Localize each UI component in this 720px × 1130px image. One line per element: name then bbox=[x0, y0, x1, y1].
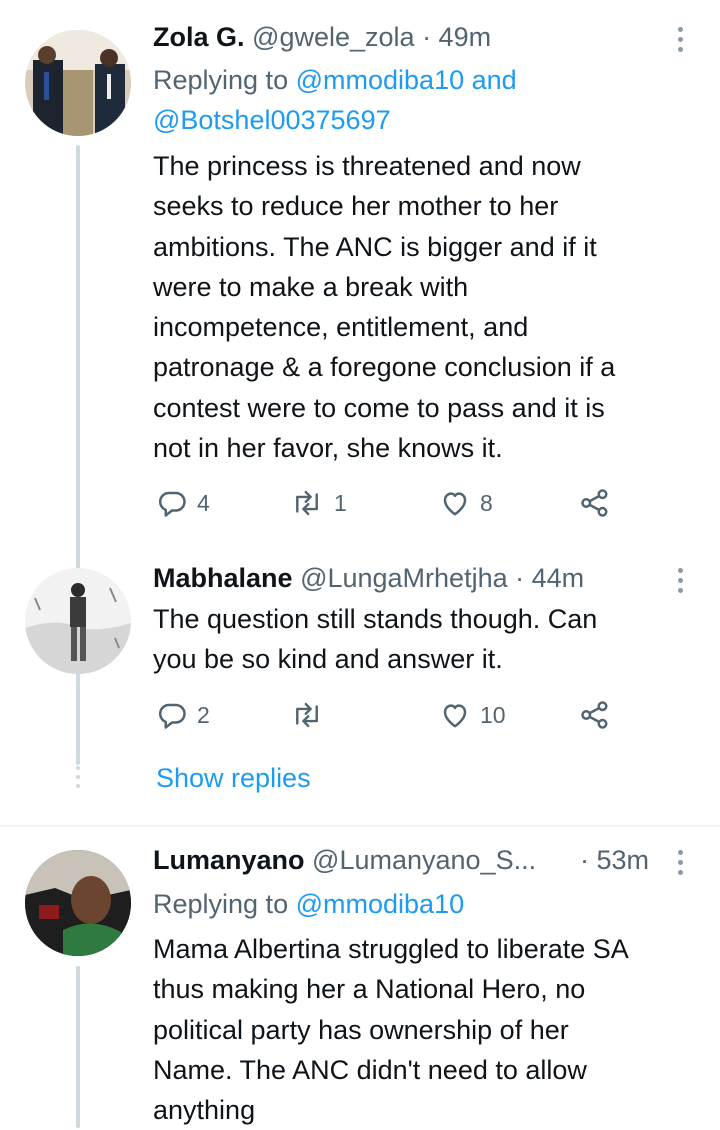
text-line: ambitions. The ANC is bigger and if it bbox=[153, 231, 597, 262]
reply-button[interactable]: 4 bbox=[157, 488, 210, 518]
avatar[interactable] bbox=[25, 568, 131, 674]
heart-icon bbox=[443, 492, 467, 516]
tweet-text: The princess is threatened and now seeks… bbox=[153, 146, 693, 468]
text-line: you be so kind and answer it. bbox=[153, 644, 503, 675]
thread-gap-dots bbox=[76, 766, 80, 793]
mention-link[interactable]: @mmodiba10 bbox=[296, 889, 465, 919]
avatar[interactable] bbox=[25, 850, 131, 956]
display-name[interactable]: Zola G. bbox=[153, 22, 245, 52]
text-line: were to make a break with bbox=[153, 271, 469, 302]
replying-to-label: Replying to bbox=[153, 889, 289, 919]
user-handle[interactable]: @Lumanyano_S... bbox=[312, 845, 536, 875]
timestamp-wrap: · 53m bbox=[580, 845, 649, 876]
share-icon bbox=[581, 489, 608, 517]
reply-count: 2 bbox=[197, 701, 210, 728]
tweet-text: The question still stands though. Can yo… bbox=[153, 599, 693, 680]
more-vertical-icon[interactable] bbox=[678, 568, 684, 598]
text-line: Name. The ANC didn't need to allow bbox=[153, 1054, 587, 1085]
show-replies-link[interactable]: Show replies bbox=[156, 763, 311, 794]
reply-icon bbox=[158, 703, 186, 729]
timestamp[interactable]: · 44m bbox=[515, 563, 584, 593]
replying-to-label: Replying to bbox=[153, 65, 289, 95]
text-line: thus making her a National Hero, no bbox=[153, 974, 586, 1005]
tweet-header: Mabhalane @LungaMrhetjha · 44m bbox=[153, 563, 584, 594]
retweet-count: 1 bbox=[334, 489, 347, 516]
tweet-text: Mama Albertina struggled to liberate SA … bbox=[153, 929, 693, 1130]
text-line: incompetence, entitlement, and bbox=[153, 312, 529, 343]
more-vertical-icon[interactable] bbox=[678, 850, 684, 880]
like-count: 10 bbox=[480, 701, 506, 728]
like-button[interactable]: 10 bbox=[440, 700, 506, 730]
share-icon bbox=[581, 701, 608, 729]
reply-icon bbox=[158, 491, 186, 517]
text-line: The princess is threatened and now bbox=[153, 151, 581, 181]
text-line: political party has ownership of her bbox=[153, 1014, 569, 1045]
user-handle[interactable]: @gwele_zola bbox=[252, 22, 415, 52]
text-line: patronage & a foregone conclusion if a bbox=[153, 352, 616, 383]
divider bbox=[0, 825, 720, 827]
replying-to: Replying to @mmodiba10 bbox=[153, 884, 464, 924]
reply-button[interactable]: 2 bbox=[157, 700, 210, 730]
retweet-button[interactable] bbox=[290, 700, 334, 730]
text-line: The question still stands though. Can bbox=[153, 604, 598, 634]
text-line: Mama Albertina struggled to liberate SA bbox=[153, 934, 629, 964]
timestamp[interactable]: · 53m bbox=[580, 845, 649, 875]
retweet-icon bbox=[296, 490, 318, 516]
timestamp[interactable]: · 49m bbox=[422, 22, 491, 52]
user-handle[interactable]: @LungaMrhetjha bbox=[300, 563, 508, 593]
tweet-header: Zola G. @gwele_zola · 49m bbox=[153, 22, 491, 53]
more-vertical-icon[interactable] bbox=[678, 27, 684, 57]
tweet-actions: 2 10 bbox=[157, 700, 617, 734]
share-button[interactable] bbox=[580, 488, 610, 518]
retweet-button[interactable]: 1 bbox=[290, 488, 347, 518]
like-button[interactable]: 8 bbox=[440, 488, 493, 518]
text-line: anything bbox=[153, 1095, 256, 1126]
mention-link[interactable]: @Botshel00375697 bbox=[153, 105, 391, 135]
text-line: not in her favor, she knows it. bbox=[153, 433, 503, 464]
display-name[interactable]: Lumanyano bbox=[153, 845, 305, 875]
avatar[interactable] bbox=[25, 30, 131, 136]
heart-icon bbox=[443, 704, 467, 728]
thread-line bbox=[76, 966, 80, 1128]
reply-count: 4 bbox=[197, 489, 210, 516]
mention-joiner[interactable]: and bbox=[472, 65, 517, 95]
retweet-icon bbox=[296, 702, 318, 728]
text-line: seeks to reduce her mother to her bbox=[153, 191, 559, 222]
share-button[interactable] bbox=[580, 700, 610, 730]
display-name[interactable]: Mabhalane bbox=[153, 563, 293, 593]
tweet-actions: 4 1 8 bbox=[157, 488, 617, 522]
text-line: contest were to come to pass and it is bbox=[153, 392, 605, 423]
mention-link[interactable]: @mmodiba10 bbox=[296, 65, 465, 95]
tweet-header: Lumanyano @Lumanyano_S... bbox=[153, 845, 536, 876]
replying-to: Replying to @mmodiba10 and @Botshel00375… bbox=[153, 60, 517, 140]
like-count: 8 bbox=[480, 489, 493, 516]
